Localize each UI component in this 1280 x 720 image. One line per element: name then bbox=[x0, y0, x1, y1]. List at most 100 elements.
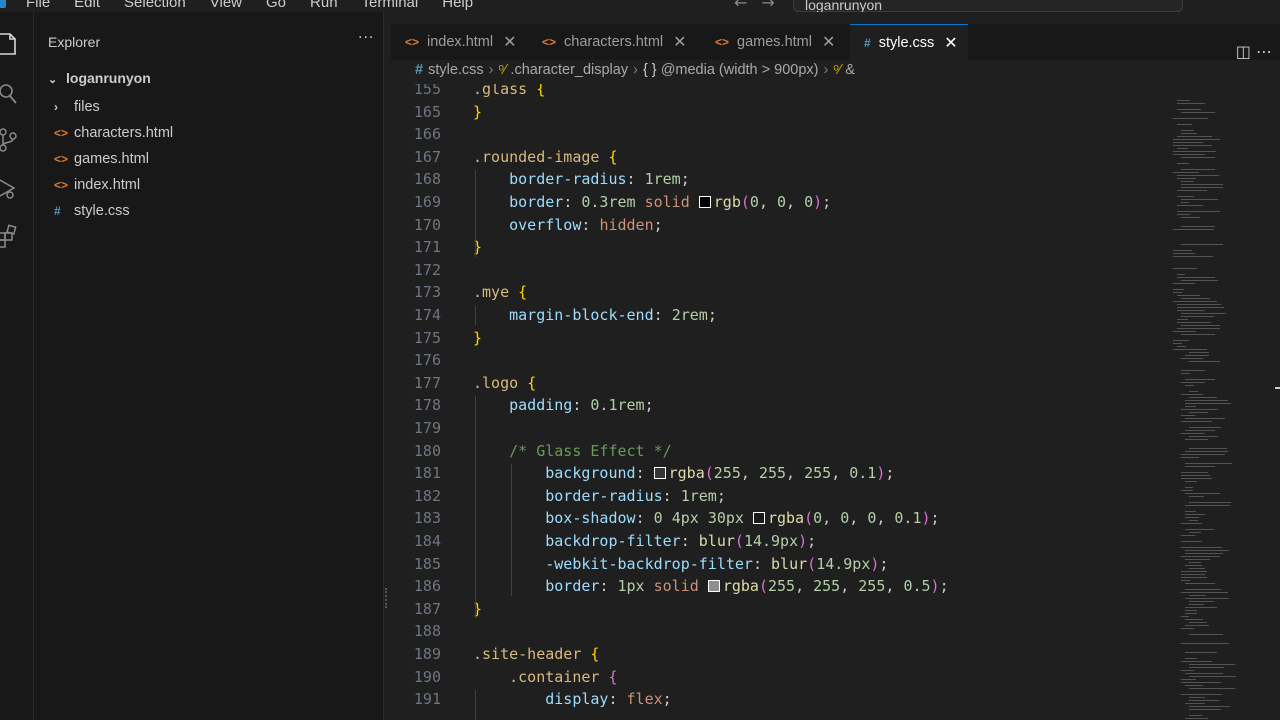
minimap-line bbox=[1189, 706, 1231, 707]
back-arrow-icon[interactable]: ← bbox=[734, 0, 761, 12]
code-text: /* Glass Effect */ bbox=[473, 441, 672, 460]
minimap-line bbox=[1181, 580, 1191, 581]
close-icon[interactable]: ✕ bbox=[944, 33, 957, 53]
menu-run[interactable]: Run bbox=[310, 0, 338, 11]
code-line[interactable]: 168 border-radius: 1rem; bbox=[391, 170, 1171, 193]
code-line[interactable]: 181 background: rgba(255, 255, 255, 0.1)… bbox=[391, 464, 1171, 487]
close-icon[interactable]: ✕ bbox=[822, 32, 835, 52]
menu-go[interactable]: Go bbox=[266, 0, 286, 11]
menu-terminal[interactable]: Terminal bbox=[362, 0, 419, 11]
minimap-line bbox=[1173, 145, 1212, 146]
tree-item-index-html[interactable]: <> index.html bbox=[54, 174, 140, 196]
breadcrumb-media[interactable]: @media (width > 900px) bbox=[661, 62, 819, 78]
code-line[interactable]: 155 .glass { bbox=[391, 84, 1171, 103]
code-line[interactable]: 171} bbox=[391, 238, 1171, 261]
code-line[interactable]: 186 border: 1px solid rgba(255, 255, 255… bbox=[391, 577, 1171, 600]
search-icon[interactable] bbox=[0, 82, 20, 106]
code-line[interactable]: 169 border: 0.3rem solid rgb(0, 0, 0); bbox=[391, 193, 1171, 216]
minimap-line bbox=[1181, 325, 1221, 326]
code-line[interactable]: 176 bbox=[391, 351, 1171, 374]
code-editor[interactable]: 155 .glass {165} 166 167 .rounded-image {168… bbox=[391, 84, 1171, 720]
code-line[interactable]: 167 .rounded-image { bbox=[391, 148, 1171, 171]
workspace-folder[interactable]: ⌄ loganrunyon bbox=[48, 70, 151, 86]
breadcrumb-file[interactable]: style.css bbox=[428, 62, 484, 78]
code-line[interactable]: 174 margin-block-end: 2rem; bbox=[391, 306, 1171, 329]
minimap-line bbox=[1181, 535, 1195, 536]
tab-index-html[interactable]: <> index.html ✕ bbox=[391, 24, 527, 60]
code-line[interactable]: 185 -webkit-backdrop-filter: blur(14.9px… bbox=[391, 555, 1171, 578]
code-line[interactable]: 191 display: flex; bbox=[391, 690, 1171, 713]
minimap[interactable] bbox=[1173, 100, 1263, 720]
code-line[interactable]: 175} bbox=[391, 329, 1171, 352]
explorer-files-icon[interactable] bbox=[0, 32, 20, 56]
code-line[interactable]: 166 bbox=[391, 125, 1171, 148]
code-line[interactable]: 173 .mye { bbox=[391, 283, 1171, 306]
code-line[interactable]: 190 .container { bbox=[391, 668, 1171, 691]
minimap-line bbox=[1181, 679, 1197, 680]
editor-tabs: <> index.html ✕ <> characters.html ✕ <> games… bbox=[391, 24, 1280, 61]
menu-edit[interactable]: Edit bbox=[74, 0, 100, 11]
code-line[interactable]: 182 border-radius: 1rem; bbox=[391, 487, 1171, 510]
minimap-line bbox=[1177, 124, 1193, 125]
code-line[interactable]: 180 /* Glass Effect */ bbox=[391, 442, 1171, 465]
code-line[interactable]: 178 padding: 0.1rem; bbox=[391, 396, 1171, 419]
code-line[interactable]: 183 box-shadow: 0 4px 30px rgba(0, 0, 0,… bbox=[391, 509, 1171, 532]
code-line[interactable]: 177 .logo { bbox=[391, 374, 1171, 397]
minimap-line bbox=[1185, 583, 1215, 584]
breadcrumb-selector[interactable]: .character_display bbox=[510, 62, 628, 78]
minimap-line bbox=[1181, 409, 1218, 410]
minimap-line bbox=[1185, 619, 1203, 620]
close-icon[interactable]: ✕ bbox=[503, 32, 516, 52]
minimap-line bbox=[1181, 592, 1228, 593]
minimap-line bbox=[1173, 292, 1183, 293]
line-number: 180 bbox=[413, 441, 441, 460]
menu-help[interactable]: Help bbox=[442, 0, 473, 11]
line-number: 155 bbox=[413, 84, 441, 98]
minimap-line bbox=[1181, 382, 1206, 383]
tree-item-label: games.html bbox=[74, 151, 149, 167]
minimap-line bbox=[1181, 670, 1195, 671]
code-line[interactable]: 189 .site-header { bbox=[391, 645, 1171, 668]
minimap-line bbox=[1189, 562, 1202, 563]
selector-symbol-icon: ᵒ⁄ bbox=[498, 62, 507, 78]
more-actions-icon[interactable]: ··· bbox=[358, 30, 374, 46]
menu-file[interactable]: File bbox=[26, 0, 50, 11]
tab-style-css[interactable]: # style.css ✕ bbox=[850, 24, 968, 60]
split-editor-icon[interactable]: ◫ ⋯ bbox=[1236, 42, 1272, 61]
source-control-icon[interactable] bbox=[0, 128, 20, 152]
close-icon[interactable]: ✕ bbox=[673, 32, 686, 52]
sidebar-resize-handle[interactable] bbox=[385, 588, 388, 608]
extensions-icon[interactable] bbox=[0, 224, 20, 248]
minimap-line bbox=[1173, 172, 1199, 173]
tree-item-style-css[interactable]: # style.css bbox=[54, 200, 130, 222]
run-debug-icon[interactable] bbox=[0, 176, 20, 200]
minimap-line bbox=[1181, 199, 1219, 200]
code-line[interactable]: 165} bbox=[391, 103, 1171, 126]
line-number: 188 bbox=[413, 622, 441, 641]
tree-item-games-html[interactable]: <> games.html bbox=[54, 148, 149, 170]
code-line[interactable]: 179 bbox=[391, 419, 1171, 442]
command-center[interactable]: loganrunyon bbox=[793, 0, 1183, 12]
code-line[interactable]: 188 bbox=[391, 622, 1171, 645]
forward-arrow-icon[interactable]: → bbox=[761, 0, 788, 12]
minimap-line bbox=[1173, 253, 1196, 254]
scrollbar-position-marker[interactable] bbox=[1275, 387, 1280, 389]
breadcrumb-nesting[interactable]: & bbox=[845, 62, 855, 78]
tab-games-html[interactable]: <> games.html ✕ bbox=[701, 24, 849, 60]
code-line[interactable]: 172 bbox=[391, 261, 1171, 284]
menu-selection[interactable]: Selection bbox=[124, 0, 186, 11]
minimap-line bbox=[1185, 451, 1228, 452]
minimap-line bbox=[1185, 481, 1197, 482]
tree-item-files-folder[interactable]: › files bbox=[54, 96, 100, 118]
line-number: 176 bbox=[413, 351, 441, 370]
code-line[interactable]: 184 backdrop-filter: blur(14.9px); bbox=[391, 532, 1171, 555]
tree-item-characters-html[interactable]: <> characters.html bbox=[54, 122, 173, 144]
menu-view[interactable]: View bbox=[210, 0, 242, 11]
minimap-line bbox=[1181, 226, 1216, 227]
code-line[interactable]: 187} bbox=[391, 600, 1171, 623]
code-line[interactable]: 170 overflow: hidden; bbox=[391, 216, 1171, 239]
minimap-line bbox=[1185, 658, 1197, 659]
tab-characters-html[interactable]: <> characters.html ✕ bbox=[528, 24, 700, 60]
minimap-line bbox=[1181, 475, 1210, 476]
indent-guide bbox=[475, 396, 476, 619]
